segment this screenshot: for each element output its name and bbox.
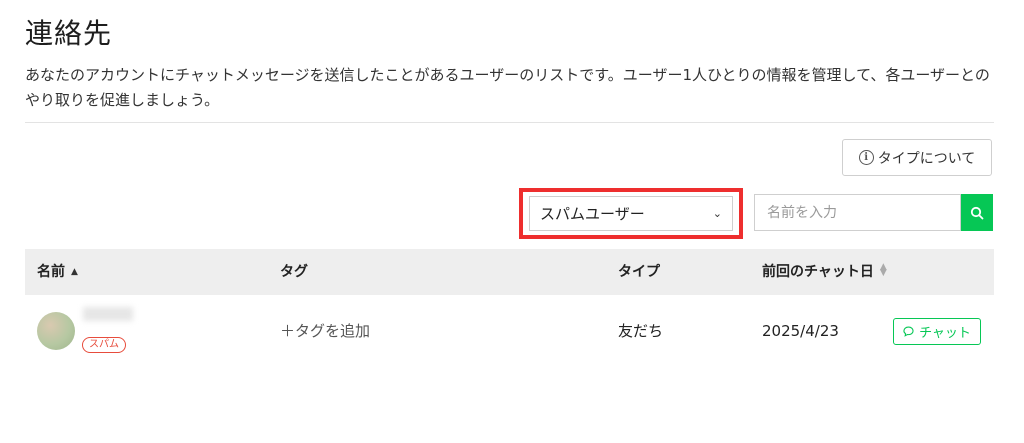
spam-badge: スパム [82, 337, 126, 353]
type-info-button[interactable]: i タイプについて [842, 139, 992, 176]
page-description: あなたのアカウントにチャットメッセージを送信したことがあるユーザーのリストです。… [25, 66, 990, 109]
type-info-label: タイプについて [877, 150, 976, 167]
sort-ascending-icon: ▲ [71, 267, 78, 277]
chat-bubble-icon [903, 326, 914, 337]
sort-icon: ▲ ▼ [879, 262, 887, 278]
column-header-name[interactable]: 名前 ▲ [37, 249, 78, 295]
last-chat-date: 2025/4/23 [762, 322, 839, 340]
add-tag-link[interactable]: ＋タグを追加 [280, 296, 370, 366]
divider [25, 122, 994, 123]
contact-type: 友だち [618, 322, 664, 340]
column-header-last-chat[interactable]: 前回のチャット日 ▲ ▼ [762, 249, 887, 295]
chat-button-label: チャット [919, 326, 971, 341]
search-icon [970, 206, 984, 219]
search-button[interactable] [961, 194, 993, 231]
column-header-type: タイプ [618, 264, 660, 280]
info-icon: i [858, 150, 874, 165]
table-header: 名前 ▲ タグ タイプ 前回のチャット日 ▲ ▼ [25, 249, 994, 295]
chevron-down-icon: ⌄ [712, 207, 722, 220]
filter-selected-value: スパムユーザー [540, 205, 645, 223]
table-row: スパム ＋タグを追加 友だち 2025/4/23 チャット [25, 296, 994, 366]
avatar[interactable] [37, 312, 75, 350]
page-title: 連絡先 [25, 17, 113, 50]
contact-name-blurred[interactable] [83, 307, 133, 321]
name-search-input[interactable] [754, 194, 961, 231]
user-type-filter-select[interactable]: スパムユーザー ⌄ [529, 196, 733, 231]
column-header-tag: タグ [280, 264, 308, 280]
chat-button[interactable]: チャット [893, 318, 981, 345]
